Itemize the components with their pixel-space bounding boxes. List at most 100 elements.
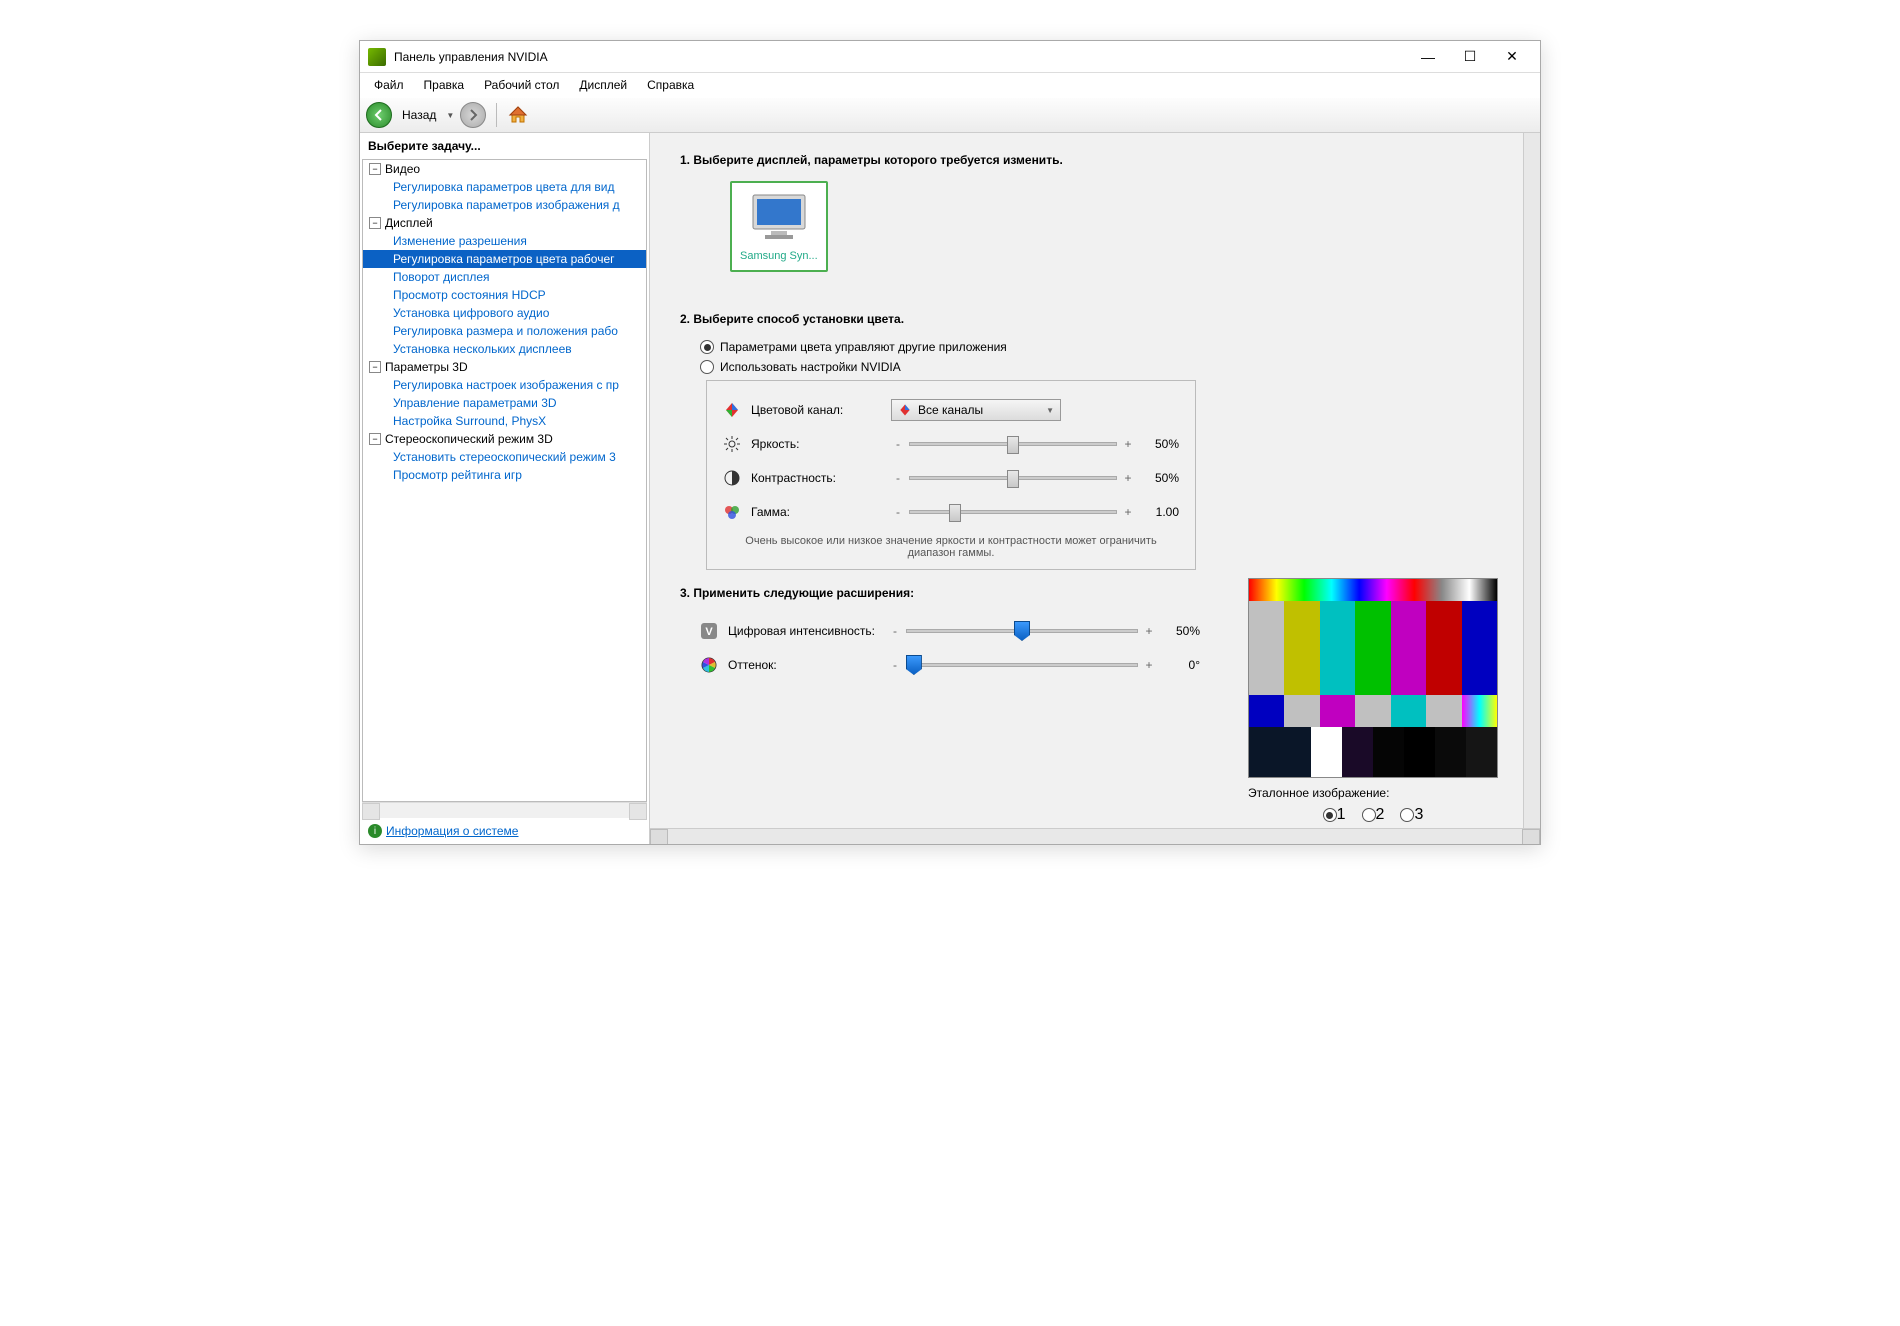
toolbar-separator — [496, 103, 497, 127]
tree-item[interactable]: Регулировка настроек изображения с пр — [363, 376, 646, 394]
step2-title: 2. Выберите способ установки цвета. — [680, 312, 1510, 326]
menu-display[interactable]: Дисплей — [569, 76, 637, 94]
menu-edit[interactable]: Правка — [414, 76, 475, 94]
collapse-icon[interactable]: − — [369, 433, 381, 445]
tree-item[interactable]: Установить стереоскопический режим 3 — [363, 448, 646, 466]
collapse-icon[interactable]: − — [369, 217, 381, 229]
sidebar-horizontal-scrollbar[interactable] — [362, 802, 647, 818]
forward-button[interactable] — [460, 102, 486, 128]
nvidia-control-panel-window: Панель управления NVIDIA — ☐ ✕ Файл Прав… — [359, 40, 1541, 845]
tree-cat-display[interactable]: −Дисплей — [363, 214, 646, 232]
reference-image-block: Эталонное изображение: 1 2 3 — [1248, 578, 1498, 824]
radio-other-apps[interactable]: Параметрами цвета управляют другие прило… — [700, 340, 1510, 354]
channel-label: Цветовой канал: — [751, 403, 891, 417]
radio-icon — [1323, 808, 1337, 822]
radio-icon — [1362, 808, 1376, 822]
tree-item[interactable]: Регулировка параметров изображения д — [363, 196, 646, 214]
hue-label: Оттенок: — [728, 658, 888, 672]
tree-item[interactable]: Просмотр рейтинга игр — [363, 466, 646, 484]
sidebar-footer: i Информация о системе — [360, 818, 649, 844]
collapse-icon[interactable]: − — [369, 361, 381, 373]
brightness-slider[interactable] — [909, 442, 1117, 446]
tree-item-selected[interactable]: Регулировка параметров цвета рабочег — [363, 250, 646, 268]
tree-item[interactable]: Установка нескольких дисплеев — [363, 340, 646, 358]
plus-icon: + — [1121, 505, 1135, 519]
contrast-icon — [723, 469, 741, 487]
contrast-label: Контрастность: — [751, 471, 891, 485]
reference-image-label: Эталонное изображение: — [1248, 786, 1498, 800]
test-pattern-preview — [1248, 578, 1498, 778]
tree-item[interactable]: Установка цифрового аудио — [363, 304, 646, 322]
tree-item[interactable]: Просмотр состояния HDCP — [363, 286, 646, 304]
display-selector-card[interactable]: Samsung Syn... — [730, 181, 828, 272]
nvidia-icon — [368, 48, 386, 66]
menu-desktop[interactable]: Рабочий стол — [474, 76, 569, 94]
tree-item[interactable]: Регулировка размера и положения рабо — [363, 322, 646, 340]
ref-radio-3[interactable]: 3 — [1400, 806, 1423, 824]
task-tree[interactable]: −Видео Регулировка параметров цвета для … — [362, 159, 647, 802]
hue-value: 0° — [1156, 658, 1200, 672]
collapse-icon[interactable]: − — [369, 163, 381, 175]
step1-title: 1. Выберите дисплей, параметры которого … — [680, 153, 1510, 167]
nvidia-color-settings-box: Цветовой канал: Все каналы ▼ Яркость: - — [706, 380, 1196, 570]
sidebar: Выберите задачу... −Видео Регулировка па… — [360, 133, 650, 844]
home-icon[interactable] — [507, 104, 529, 126]
color-channel-icon — [723, 401, 741, 419]
radio-icon — [700, 360, 714, 374]
resize-grip-icon[interactable]: ⋰ — [1529, 831, 1538, 842]
back-button[interactable] — [366, 102, 392, 128]
tree-item[interactable]: Настройка Surround, PhysX — [363, 412, 646, 430]
menu-help[interactable]: Справка — [637, 76, 704, 94]
maximize-button[interactable]: ☐ — [1450, 43, 1490, 71]
chevron-down-icon: ▼ — [1046, 406, 1054, 415]
radio-icon — [700, 340, 714, 354]
minus-icon: - — [891, 437, 905, 451]
sidebar-heading: Выберите задачу... — [360, 133, 649, 159]
ref-radio-2[interactable]: 2 — [1362, 806, 1385, 824]
radio-nvidia-settings[interactable]: Использовать настройки NVIDIA — [700, 360, 1510, 374]
minus-icon: - — [888, 658, 902, 672]
contrast-value: 50% — [1135, 471, 1179, 485]
display-name-label: Samsung Syn... — [740, 250, 818, 262]
content-horizontal-scrollbar[interactable]: ⋰ — [650, 828, 1540, 844]
minimize-button[interactable]: — — [1408, 43, 1448, 71]
tree-item[interactable]: Управление параметрами 3D — [363, 394, 646, 412]
info-icon: i — [368, 824, 382, 838]
ref-radio-1[interactable]: 1 — [1323, 806, 1346, 824]
gamma-range-note: Очень высокое или низкое значение яркост… — [723, 535, 1179, 559]
tree-item[interactable]: Поворот дисплея — [363, 268, 646, 286]
tree-cat-video[interactable]: −Видео — [363, 160, 646, 178]
back-label: Назад — [398, 108, 440, 122]
hue-slider[interactable] — [906, 663, 1138, 667]
color-channel-icon — [898, 403, 912, 417]
gamma-slider[interactable] — [909, 510, 1117, 514]
contrast-slider[interactable] — [909, 476, 1117, 480]
system-info-link[interactable]: Информация о системе — [386, 824, 518, 838]
minus-icon: - — [888, 624, 902, 638]
tree-item[interactable]: Регулировка параметров цвета для вид — [363, 178, 646, 196]
gamma-value: 1.00 — [1135, 505, 1179, 519]
menu-file[interactable]: Файл — [364, 76, 414, 94]
back-dropdown-icon[interactable]: ▼ — [446, 111, 454, 120]
menubar: Файл Правка Рабочий стол Дисплей Справка — [360, 73, 1540, 97]
gamma-icon — [723, 503, 741, 521]
minus-icon: - — [891, 471, 905, 485]
tree-item[interactable]: Изменение разрешения — [363, 232, 646, 250]
monitor-icon — [749, 191, 809, 241]
svg-text:V: V — [705, 626, 713, 638]
vibrance-icon: V — [700, 622, 718, 640]
toolbar: Назад ▼ — [360, 97, 1540, 133]
hue-icon — [700, 656, 718, 674]
close-button[interactable]: ✕ — [1492, 43, 1532, 71]
plus-icon: + — [1121, 471, 1135, 485]
vibrance-slider[interactable] — [906, 629, 1138, 633]
tree-cat-3d[interactable]: −Параметры 3D — [363, 358, 646, 376]
tree-cat-stereo[interactable]: −Стереоскопический режим 3D — [363, 430, 646, 448]
color-channel-dropdown[interactable]: Все каналы ▼ — [891, 399, 1061, 421]
vibrance-label: Цифровая интенсивность: — [728, 624, 888, 638]
brightness-label: Яркость: — [751, 437, 891, 451]
content-pane: 1. Выберите дисплей, параметры которого … — [650, 133, 1540, 844]
titlebar: Панель управления NVIDIA — ☐ ✕ — [360, 41, 1540, 73]
minus-icon: - — [891, 505, 905, 519]
radio-icon — [1400, 808, 1414, 822]
